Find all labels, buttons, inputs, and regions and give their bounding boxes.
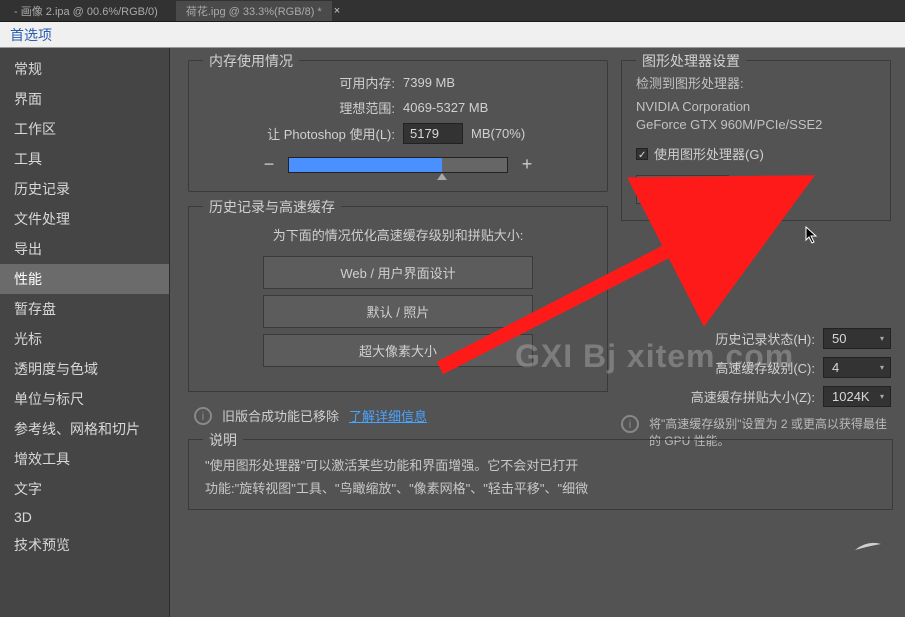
chevron-down-icon: ▾ (880, 392, 886, 401)
tile-size-select[interactable]: 1024K ▾ (823, 386, 891, 407)
sidebar-item-11[interactable]: 单位与标尺 (0, 384, 169, 414)
memory-decrease-button[interactable]: − (262, 154, 276, 175)
history-cache-group: 历史记录与高速缓存 为下面的情况优化高速缓存级别和拼贴大小: Web / 用户界… (188, 206, 608, 392)
tile-size-label: 高速缓存拼贴大小(Z): (691, 387, 815, 406)
use-gpu-label[interactable]: 使用图形处理器(G) (654, 144, 764, 163)
sidebar-item-13[interactable]: 增效工具 (0, 444, 169, 474)
gpu-advanced-button[interactable]: 高级设置... (636, 175, 729, 204)
sidebar-item-6[interactable]: 导出 (0, 234, 169, 264)
sidebar-item-16[interactable]: 技术预览 (0, 530, 169, 560)
gpu-vendor: NVIDIA Corporation (636, 98, 876, 116)
chevron-down-icon: ▾ (880, 334, 886, 343)
memory-slider[interactable] (288, 157, 508, 173)
info-icon: i (621, 415, 639, 433)
sidebar-item-12[interactable]: 参考线、网格和切片 (0, 414, 169, 444)
history-controls: 历史记录状态(H): 50 ▾ 高速缓存级别(C): 4 ▾ 高速缓存拼贴大小(… (621, 328, 891, 449)
sidebar-item-3[interactable]: 工具 (0, 144, 169, 174)
swoosh-icon (853, 540, 883, 554)
avail-mem-label: 可用内存: (205, 73, 395, 92)
pointer-cursor-icon (805, 226, 821, 246)
preset-default-button[interactable]: 默认 / 照片 (263, 295, 533, 328)
ps-use-label: 让 Photoshop 使用(L): (205, 124, 395, 143)
doc-tab-close-icon[interactable]: × (332, 5, 342, 17)
preset-web-button[interactable]: Web / 用户界面设计 (263, 256, 533, 289)
memory-legend: 内存使用情况 (203, 51, 299, 71)
history-states-value: 50 (828, 331, 880, 346)
ps-use-suffix: MB(70%) (471, 126, 525, 141)
sidebar-item-1[interactable]: 界面 (0, 84, 169, 114)
history-states-label: 历史记录状态(H): (715, 329, 815, 348)
gpu-detected-label: 检测到图形处理器: (636, 73, 876, 92)
ideal-range-value: 4069-5327 MB (403, 100, 488, 115)
memory-slider-thumb[interactable] (437, 173, 447, 180)
cache-levels-value: 4 (828, 360, 880, 375)
history-desc: 为下面的情况优化高速缓存级别和拼贴大小: (205, 225, 591, 244)
gpu-legend: 图形处理器设置 (636, 51, 746, 71)
gpu-device: GeForce GTX 960M/PCIe/SSE2 (636, 116, 876, 134)
memory-increase-button[interactable]: + (520, 154, 534, 175)
history-legend: 历史记录与高速缓存 (203, 197, 341, 217)
sidebar-item-15[interactable]: 3D (0, 504, 169, 530)
preferences-content: 内存使用情况 可用内存: 7399 MB 理想范围: 4069-5327 MB … (170, 48, 905, 617)
explain-group: 说明 "使用图形处理器"可以激活某些功能和界面增强。它不会对已打开 功能:"旋转… (188, 439, 893, 510)
gpu-settings-group: 图形处理器设置 检测到图形处理器: NVIDIA Corporation GeF… (621, 60, 891, 221)
memory-slider-fill (289, 158, 442, 172)
sidebar-item-0[interactable]: 常规 (0, 54, 169, 84)
sidebar-item-7[interactable]: 性能 (0, 264, 169, 294)
preset-huge-button[interactable]: 超大像素大小 (263, 334, 533, 367)
ideal-range-label: 理想范围: (205, 98, 395, 117)
explain-legend: 说明 (203, 430, 243, 450)
dialog-title: 首选项 (0, 22, 905, 48)
doc-tab-2[interactable]: 荷花.ipg @ 33.3%(RGB/8) * (176, 1, 332, 21)
learn-more-link[interactable]: 了解详细信息 (349, 406, 427, 425)
memory-usage-group: 内存使用情况 可用内存: 7399 MB 理想范围: 4069-5327 MB … (188, 60, 608, 192)
doc-tab-1[interactable]: - 画像 2.ipa @ 00.6%/RGB/0) (4, 1, 168, 21)
info-icon: i (194, 407, 212, 425)
sidebar-item-14[interactable]: 文字 (0, 474, 169, 504)
sidebar-item-2[interactable]: 工作区 (0, 114, 169, 144)
sidebar-item-8[interactable]: 暂存盘 (0, 294, 169, 324)
ps-use-input[interactable] (403, 123, 463, 144)
avail-mem-value: 7399 MB (403, 75, 455, 90)
document-tabs: - 画像 2.ipa @ 00.6%/RGB/0) 荷花.ipg @ 33.3%… (0, 0, 905, 22)
legacy-removed-text: 旧版合成功能已移除 (222, 406, 339, 425)
cache-levels-select[interactable]: 4 ▾ (823, 357, 891, 378)
explain-line-2: 功能:"旋转视图"工具、"鸟瞰缩放"、"像素网格"、"轻击平移"、"细微 (205, 477, 876, 500)
sidebar-item-5[interactable]: 文件处理 (0, 204, 169, 234)
use-gpu-checkbox[interactable] (636, 148, 648, 160)
tile-size-value: 1024K (828, 389, 880, 404)
sidebar-item-10[interactable]: 透明度与色域 (0, 354, 169, 384)
cache-levels-label: 高速缓存级别(C): (715, 358, 815, 377)
chevron-down-icon: ▾ (880, 363, 886, 372)
explain-line-1: "使用图形处理器"可以激活某些功能和界面增强。它不会对已打开 (205, 454, 876, 477)
history-states-select[interactable]: 50 ▾ (823, 328, 891, 349)
sidebar-item-4[interactable]: 历史记录 (0, 174, 169, 204)
preferences-sidebar: 常规界面工作区工具历史记录文件处理导出性能暂存盘光标透明度与色域单位与标尺参考线… (0, 48, 170, 617)
sidebar-item-9[interactable]: 光标 (0, 324, 169, 354)
